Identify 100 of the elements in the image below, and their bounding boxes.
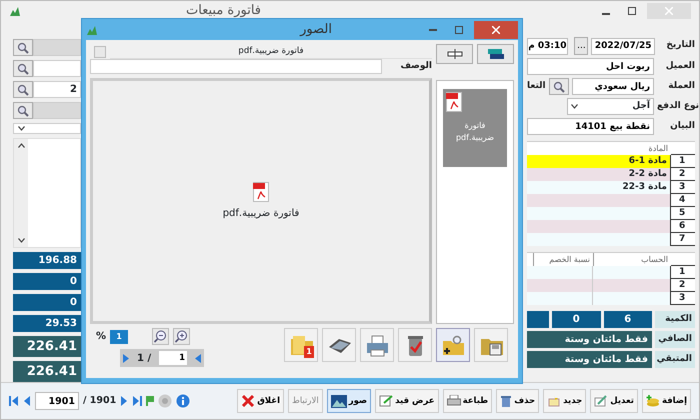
flag-button[interactable] [146,396,154,406]
search-icon [17,104,29,116]
first-record-button[interactable] [9,396,18,406]
last-record-icon [133,396,142,406]
minimize-icon [602,13,610,15]
column-header: المادة [648,143,669,155]
close-icon [665,7,673,15]
maximize-icon [455,26,463,34]
toolbar-button[interactable] [436,44,473,64]
zoom-in-button[interactable] [173,328,190,345]
chevron-down-icon [18,126,25,131]
next-record-button[interactable] [120,396,130,406]
toolbar-button[interactable] [474,328,508,362]
previous-record-icon [22,396,31,406]
count-badge: 1 [304,346,314,358]
chevron-down-icon [571,104,578,109]
chevron-down-icon [18,238,24,243]
search-button[interactable] [13,102,33,119]
value-cell: 0 [552,311,600,328]
printer-icon [364,332,390,358]
zoom-in-icon [175,330,188,343]
description-field[interactable] [90,59,382,74]
toolbar-button[interactable]: 1 [284,328,318,362]
last-record-button[interactable] [133,396,142,406]
date-field[interactable]: 2022/07/25 [591,38,655,54]
coins-icon [646,395,660,407]
app-icon [9,5,21,17]
info-button[interactable] [176,394,190,408]
row-number: 2 [671,168,695,181]
zoom-unit: % [96,330,106,344]
search-icon [552,80,565,92]
total-value: 0 [13,294,81,311]
field-label: العملة [667,80,695,93]
search-button[interactable] [13,39,33,56]
row-number: 5 [671,207,695,220]
table-row[interactable]: 5 [527,207,695,220]
input-field[interactable] [33,39,81,56]
toolbar-button[interactable]: اغلاق [237,389,284,413]
field-label: العميل [664,60,695,73]
toolbar-button[interactable]: حذف [496,389,540,413]
date-picker-button[interactable]: ... [574,37,588,55]
search-button[interactable] [13,60,33,77]
previous-record-button[interactable] [22,396,31,406]
toolbar-button[interactable]: عرض قيد [375,389,439,413]
toolbar-button[interactable]: جديد [543,389,586,413]
summary-label: المتبقي [655,351,695,368]
value-cell: 6 [604,311,652,328]
row-number: 7 [671,233,695,246]
table-row[interactable]: 7 [527,233,695,246]
row-number: 3 [671,292,695,305]
zoom-out-button[interactable] [152,328,170,345]
field-label: التاريخ [665,39,695,52]
app-icon [86,24,98,36]
field-label: الوصف [399,60,432,73]
page-field[interactable]: 1 [159,351,188,365]
toolbar-button[interactable]: إضافة [642,389,691,413]
image-icon [330,394,347,408]
toolbar-button[interactable]: تعديل [590,389,638,413]
summary-label: الكمية [655,311,695,328]
toolbar-button[interactable] [322,328,356,362]
next-page-button[interactable] [123,354,129,362]
row-number: 1 [671,266,695,279]
next-record-icon [120,396,130,406]
input-field[interactable]: نقطة بيع 14101 [527,118,654,135]
search-button[interactable] [548,78,569,95]
row-number: 4 [671,194,695,207]
close-button[interactable] [474,20,518,38]
circle-icon [158,394,172,408]
search-icon [17,42,29,54]
dropdown[interactable]: آجل [567,98,654,115]
toolbar-button[interactable]: صور [326,389,372,413]
row-number: 6 [671,220,695,233]
table-row[interactable]: 4 [527,194,695,207]
file-caption: فاتورة ضريبية.pdf [222,206,300,220]
value-cell [527,311,549,328]
flag-icon [146,396,154,406]
input-field[interactable]: 2 [33,81,81,98]
ruler-icon [446,49,462,59]
previous-page-button[interactable] [195,354,202,362]
total-value: 29.53 [13,315,81,332]
input-field[interactable] [33,102,81,119]
input-field[interactable]: ريال سعودي [572,78,654,95]
total-value: 226.41 [13,361,81,382]
first-record-icon [9,396,18,406]
time-field[interactable]: 03:10 م [527,38,568,54]
record-field[interactable]: 1901 [35,392,79,410]
input-field[interactable] [33,60,81,77]
table-row[interactable]: 6 [527,220,695,233]
checkbox[interactable] [94,46,106,58]
pdf-icon [253,182,269,202]
toolbar-button[interactable]: طباعة [442,389,492,413]
input-field[interactable]: ربوت احل [527,58,654,75]
total-value: 0 [13,273,81,290]
scrollbar[interactable] [14,139,28,247]
search-button[interactable] [13,81,33,98]
maximize-icon [628,7,636,15]
zoom-field[interactable]: 1 [110,330,128,344]
summary-label: الصافي [655,331,695,348]
toolbar-button[interactable] [477,44,514,64]
toolbar-button[interactable] [398,328,432,362]
